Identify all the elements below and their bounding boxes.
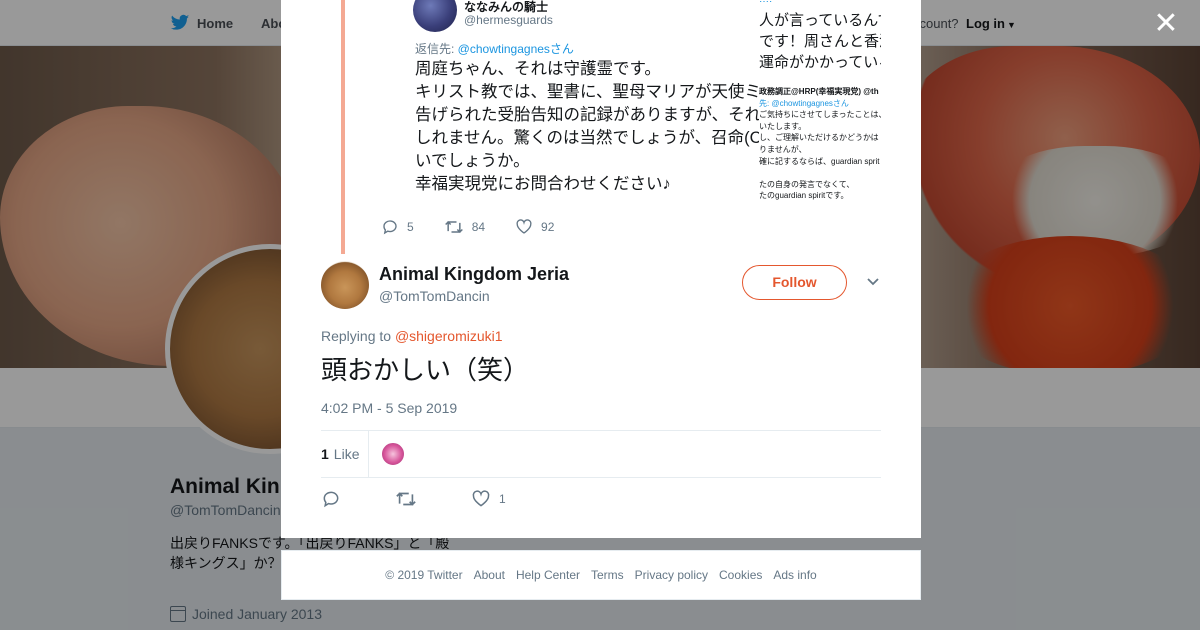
quoted-handle: @hermesguards [464, 13, 553, 27]
tweet-modal: ななみんの騎士 @hermesguards 返信先: @chowtingagne… [281, 0, 921, 538]
author-handle[interactable]: @TomTomDancin [379, 288, 490, 304]
footer-copyright: © 2019 Twitter [385, 568, 463, 582]
retweet-icon [444, 218, 464, 236]
tweet-timestamp[interactable]: 4:02 PM - 5 Sep 2019 [321, 400, 457, 416]
tweet-text: 頭おかしい（笑） [321, 355, 530, 385]
heart-icon [515, 218, 533, 236]
author-avatar[interactable] [321, 261, 369, 309]
side-small-2: 先: @chowtingagnesさん [759, 98, 849, 108]
quoted-reply-prefix: 返信先: [415, 42, 458, 56]
footer-ads-link[interactable]: Ads info [773, 568, 816, 582]
quoted-retweet-action[interactable]: 84 [444, 218, 485, 236]
author-name[interactable]: Animal Kingdom Jeria [379, 264, 569, 285]
like-action-count: 1 [499, 492, 506, 506]
footer-privacy-link[interactable]: Privacy policy [635, 568, 708, 582]
like-action[interactable]: 1 [471, 489, 506, 509]
reply-icon [381, 218, 399, 236]
side-big-text: 人が言っているんで です！周さんと香港 運命がかかっている [759, 12, 881, 71]
retweet-action[interactable] [395, 489, 417, 509]
quoted-avatar [413, 0, 457, 32]
quoted-actions: 5 84 92 [381, 218, 554, 236]
side-small-text: 政務調正@HRP(幸福実現党) @th 先: @chowtingagnesさんご気… [759, 86, 881, 202]
follow-button[interactable]: Follow [742, 265, 847, 300]
quoted-reply-count: 5 [407, 220, 414, 234]
likes-count: 1 [321, 446, 329, 462]
replying-user-link[interactable]: @shigeromizuki1 [395, 328, 503, 344]
tweet-stats: 1 Like [321, 430, 881, 478]
quoted-reply-action[interactable]: 5 [381, 218, 414, 236]
quoted-side-image[interactable]: ‥‥ 人が言っているんで です！周さんと香港 運命がかかっている 政務調正@HR… [759, 0, 881, 205]
reply-icon [321, 489, 341, 509]
replying-to: Replying to @shigeromizuki1 [321, 328, 503, 344]
quoted-retweet-count: 84 [471, 220, 486, 234]
quoted-reply-to: @chowtingagnesさん [457, 42, 574, 56]
side-top-text: ‥‥ [759, 0, 772, 5]
footer-terms-link[interactable]: Terms [591, 568, 624, 582]
quoted-like-count: 92 [541, 220, 555, 234]
tweet-actions: 1 [321, 489, 560, 509]
likes-label: Like [333, 446, 360, 462]
footer-help-link[interactable]: Help Center [516, 568, 580, 582]
reply-action[interactable] [321, 489, 341, 509]
replying-label: Replying to [321, 328, 395, 344]
retweet-icon [395, 489, 417, 509]
quoted-like-action[interactable]: 92 [515, 218, 554, 236]
footer-about-link[interactable]: About [474, 568, 505, 582]
thread-line [341, 0, 345, 254]
footer-cookies-link[interactable]: Cookies [719, 568, 762, 582]
close-icon[interactable]: ✕ [1152, 9, 1180, 39]
modal-footer: © 2019 Twitter About Help Center Terms P… [281, 550, 921, 600]
side-small-1: 政務調正@HRP(幸福実現党) @th [759, 87, 879, 96]
heart-icon [471, 489, 491, 509]
liker-avatar[interactable] [381, 442, 405, 466]
side-small-3: ご気持ちにさせてしまったことは、 いたします。 し、ご理解いただけるかどうかは … [759, 110, 881, 201]
chevron-down-icon[interactable] [866, 277, 879, 289]
quoted-reply-line: 返信先: @chowtingagnesさん [415, 40, 574, 57]
stats-divider [368, 431, 369, 478]
likes-stat[interactable]: 1 Like [321, 446, 359, 462]
